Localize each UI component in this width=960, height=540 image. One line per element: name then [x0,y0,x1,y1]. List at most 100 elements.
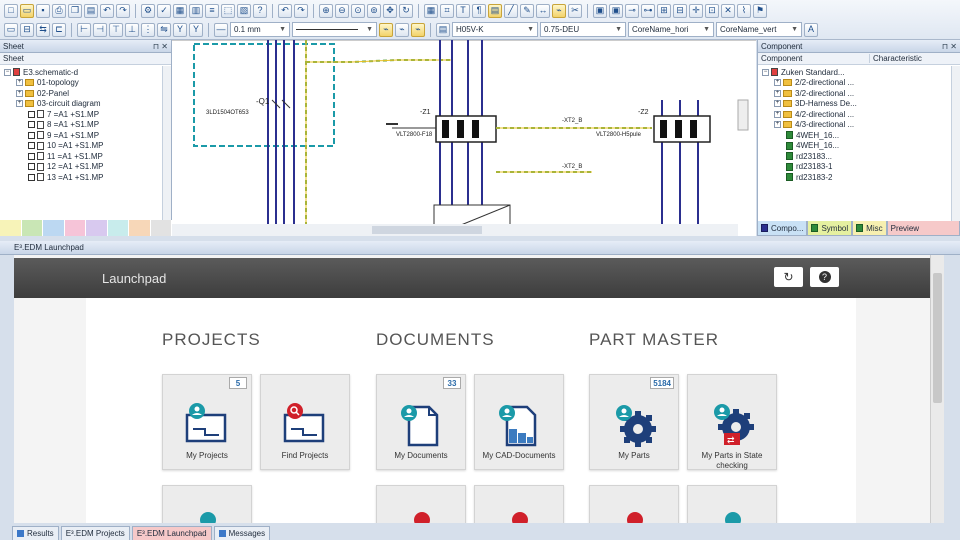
grid-toggle-icon[interactable]: ▦ [424,3,438,18]
pin-close-icon[interactable]: ⊓ ✕ [153,42,168,51]
checkbox[interactable] [28,173,35,181]
align-icon[interactable]: ⊟ [20,22,34,37]
expand-toggle-icon[interactable]: + [16,89,23,97]
sheet-tab[interactable] [129,220,151,236]
checkbox[interactable] [28,163,35,171]
checkbox[interactable] [28,110,35,118]
help-icon[interactable]: ? [253,3,267,18]
zoom-window-icon[interactable]: ⊚ [367,3,381,18]
sheet-tab[interactable] [150,220,172,236]
pencil-icon[interactable]: ✎ [520,3,534,18]
distribute-icon[interactable]: ⋮ [141,22,155,37]
cable-icon[interactable]: ⊸ [625,3,639,18]
wire-mode-icon[interactable]: ⌁ [379,22,393,37]
tile-more-projects[interactable] [162,485,252,523]
print-icon[interactable]: ⎙ [52,3,66,18]
sheet-column-header[interactable]: Sheet [0,53,171,65]
checkbox[interactable] [28,142,35,150]
align-bottom-icon[interactable]: ⊥ [125,22,139,37]
wire-mode-3-icon[interactable]: ⌁ [411,22,425,37]
open-folder-icon[interactable]: ▭ [20,3,34,18]
tree-item[interactable]: 11 =A1 +S1.MP [0,151,171,162]
tree-item[interactable]: 4WEH_16... [758,130,960,141]
schematic-canvas[interactable]: -Q1 3LD1504OT653 -Z1 VLT2800-F18 -Z2 VLT… [172,40,756,236]
sheet-icon[interactable]: ▤ [488,3,502,18]
cut-icon[interactable]: ✂ [568,3,582,18]
expand-toggle-icon[interactable]: + [774,110,781,118]
component-scrollbar[interactable] [951,66,960,221]
sheet-tab[interactable] [86,220,108,236]
column-characteristic[interactable]: Characteristic [870,54,922,63]
tree-item[interactable]: +01-topology [0,78,171,89]
align-top-icon[interactable]: ⊤ [109,22,123,37]
tree-item[interactable]: +3/2-directional ... [758,88,960,99]
tile-more-documents-2[interactable] [474,485,564,523]
tree-item[interactable]: 9 =A1 +S1.MP [0,130,171,141]
tree-item[interactable]: 10 =A1 +S1.MP [0,141,171,152]
new-file-icon[interactable]: □ [4,3,18,18]
measure-icon[interactable]: ↔ [536,3,550,18]
line-style-icon[interactable]: — [214,22,228,37]
flip-icon[interactable]: ⇆ [36,22,50,37]
paragraph-icon[interactable]: ¶ [472,3,486,18]
expand-toggle-icon[interactable]: + [774,89,781,97]
tab-messages[interactable]: Messages [213,526,271,540]
tab-preview[interactable]: Preview [886,221,960,236]
align-right-icon[interactable]: ⊣ [93,22,107,37]
checkbox[interactable] [28,131,35,139]
layers-icon[interactable]: ≡ [205,3,219,18]
scroll-thumb[interactable] [933,273,942,403]
sheet-tab[interactable] [21,220,43,236]
sheet-tab[interactable] [64,220,86,236]
grid-icon[interactable]: ▦ [173,3,187,18]
delete-icon[interactable]: ✕ [721,3,735,18]
tree-item[interactable]: − E3.schematic-d [0,67,171,78]
refresh-button[interactable]: ↻ [774,267,803,287]
tile-my-projects[interactable]: 5 My Projects [162,374,252,470]
select-icon[interactable]: ⬚ [221,3,235,18]
expand-toggle-icon[interactable]: + [774,121,781,129]
layer-up-icon[interactable]: ▣ [593,3,607,18]
checkbox[interactable] [28,121,35,129]
terminal-icon[interactable]: ⊞ [657,3,671,18]
tree-item[interactable]: +02-Panel [0,88,171,99]
tree-item[interactable]: rd23183-1 [758,162,960,173]
table-icon[interactable]: ▥ [189,3,203,18]
sheet-scrollbar[interactable] [162,66,171,236]
tab-components[interactable]: Compo... [757,221,808,236]
sheet-tab[interactable] [0,220,22,236]
text-settings-icon[interactable]: A [804,22,818,37]
tile-more-parts[interactable] [589,485,679,523]
properties-icon[interactable]: ▤ [436,22,450,37]
tree-item[interactable]: − Zuken Standard... [758,67,960,78]
expand-toggle-icon[interactable]: + [774,100,781,108]
tree-item[interactable]: +4/3-directional ... [758,120,960,131]
connector-icon[interactable]: ⊟ [673,3,687,18]
forward-icon[interactable]: ↷ [294,3,308,18]
zoom-out-icon[interactable]: ⊖ [335,3,349,18]
line-icon[interactable]: ╱ [504,3,518,18]
paste-icon[interactable]: ▤ [84,3,98,18]
tile-my-cad-documents[interactable]: My CAD-Documents [474,374,564,470]
tab-misc[interactable]: Misc [852,221,887,236]
tree-item[interactable]: 13 =A1 +S1.MP [0,172,171,183]
check-icon[interactable]: ✓ [157,3,171,18]
tab-symbol[interactable]: Symbol [807,221,853,236]
tree-item[interactable]: rd23183... [758,151,960,162]
wire-type-select[interactable]: H05V-K ▼ [452,22,538,37]
flag-icon[interactable]: ⚑ [753,3,767,18]
text-icon[interactable]: T [456,3,470,18]
tile-my-parts[interactable]: 5184 My Parts [589,374,679,470]
expand-toggle-icon[interactable]: + [774,79,781,87]
move-icon[interactable]: ✛ [689,3,703,18]
tree-item[interactable]: 12 =A1 +S1.MP [0,162,171,173]
branch-icon[interactable]: Y [173,22,187,37]
tab-edm-projects[interactable]: E³.EDM Projects [60,526,130,540]
refresh-icon[interactable]: ↻ [399,3,413,18]
launchpad-scrollbar[interactable] [930,255,944,523]
tile-my-parts-checking[interactable]: ⇄ My Parts in State checking [687,374,777,470]
expand-toggle-icon[interactable]: − [4,68,11,76]
bundle-icon[interactable]: ⊶ [641,3,655,18]
expand-toggle-icon[interactable]: − [762,68,769,76]
pin-close-icon[interactable]: ⊓ ✕ [942,42,957,51]
